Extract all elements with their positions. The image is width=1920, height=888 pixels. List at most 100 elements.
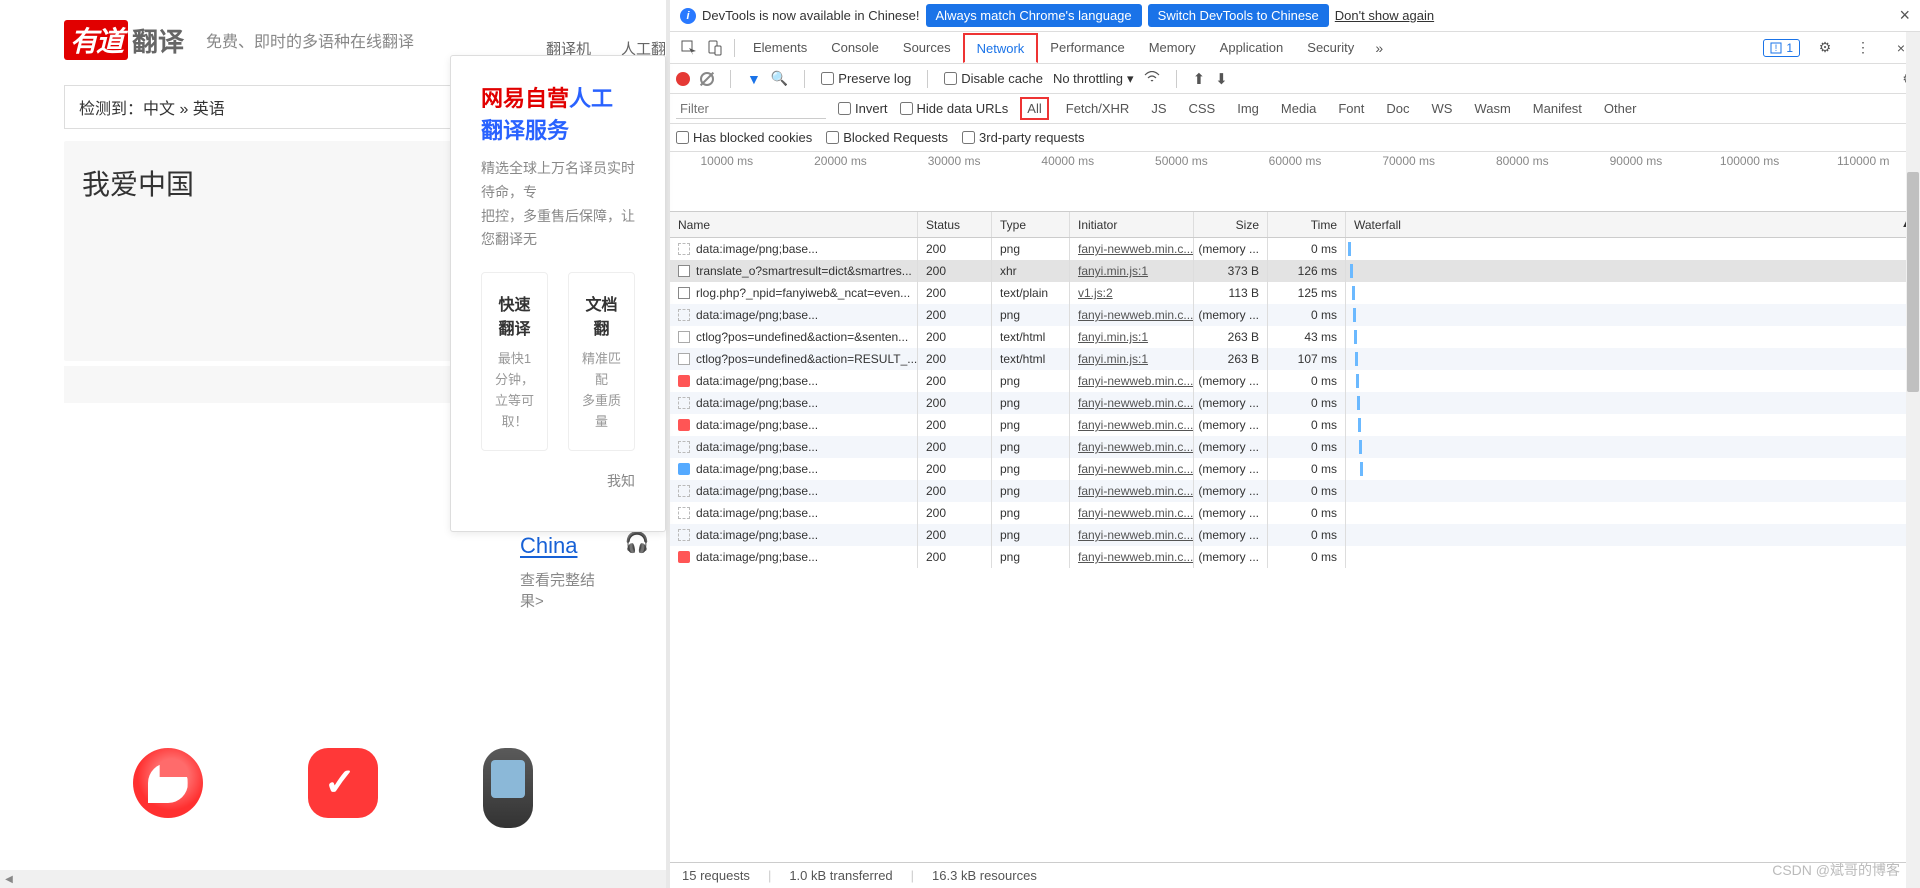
tab-memory[interactable]: Memory <box>1137 33 1208 63</box>
filter-toggle-icon[interactable]: ▼ <box>747 71 761 87</box>
scrollbar-thumb[interactable] <box>1907 172 1919 392</box>
filter-chip-doc[interactable]: Doc <box>1381 99 1414 118</box>
filter-chip-js[interactable]: JS <box>1146 99 1171 118</box>
col-name[interactable]: Name <box>670 212 918 237</box>
tab-sources[interactable]: Sources <box>891 33 963 63</box>
hide-data-urls-checkbox[interactable]: Hide data URLs <box>900 101 1009 116</box>
col-waterfall[interactable]: Waterfall▲ <box>1346 212 1920 237</box>
col-initiator[interactable]: Initiator <box>1070 212 1194 237</box>
initiator-link[interactable]: fanyi-newweb.min.c... <box>1078 462 1193 476</box>
filter-chip-media[interactable]: Media <box>1276 99 1321 118</box>
network-request-row[interactable]: data:image/png;base...200pngfanyi-newweb… <box>670 480 1920 502</box>
tab-console[interactable]: Console <box>819 33 891 63</box>
filter-chip-css[interactable]: CSS <box>1184 99 1221 118</box>
initiator-link[interactable]: fanyi.min.js:1 <box>1078 352 1148 366</box>
horizontal-scrollbar[interactable]: ◀ <box>0 870 666 888</box>
network-request-row[interactable]: rlog.php?_npid=fanyiweb&_ncat=even...200… <box>670 282 1920 304</box>
scroll-left-icon[interactable]: ◀ <box>0 874 18 885</box>
tab-elements[interactable]: Elements <box>741 33 819 63</box>
network-request-row[interactable]: data:image/png;base...200pngfanyi-newweb… <box>670 370 1920 392</box>
filter-chip-wasm[interactable]: Wasm <box>1469 99 1515 118</box>
inspect-element-icon[interactable] <box>679 38 699 58</box>
initiator-link[interactable]: fanyi-newweb.min.c... <box>1078 440 1193 454</box>
always-match-button[interactable]: Always match Chrome's language <box>926 4 1142 27</box>
initiator-link[interactable]: fanyi-newweb.min.c... <box>1078 528 1193 542</box>
device-toggle-icon[interactable] <box>705 38 725 58</box>
network-request-row[interactable]: data:image/png;base...200pngfanyi-newweb… <box>670 304 1920 326</box>
initiator-link[interactable]: v1.js:2 <box>1078 286 1113 300</box>
download-icon[interactable]: ⬇ <box>1215 70 1228 88</box>
initiator-link[interactable]: fanyi-newweb.min.c... <box>1078 242 1193 256</box>
vertical-scrollbar[interactable] <box>1906 32 1920 888</box>
filter-chip-manifest[interactable]: Manifest <box>1528 99 1587 118</box>
tab-network[interactable]: Network <box>963 33 1039 63</box>
banner-close-icon[interactable]: × <box>1899 5 1910 26</box>
initiator-link[interactable]: fanyi-newweb.min.c... <box>1078 484 1193 498</box>
popup-card-fast[interactable]: 快速翻译 最快1分钟， 立等可取！ <box>481 272 548 451</box>
preserve-log-checkbox[interactable]: Preserve log <box>821 71 911 86</box>
filter-input[interactable] <box>676 99 826 119</box>
col-status[interactable]: Status <box>918 212 992 237</box>
more-tabs-icon[interactable]: » <box>1369 38 1389 58</box>
third-party-checkbox[interactable]: 3rd-party requests <box>962 130 1085 145</box>
more-menu-icon[interactable]: ⋮ <box>1853 38 1873 58</box>
filter-chip-font[interactable]: Font <box>1333 99 1369 118</box>
timeline-overview[interactable]: 10000 ms20000 ms30000 ms40000 ms50000 ms… <box>670 152 1920 212</box>
clear-icon[interactable] <box>700 72 714 86</box>
network-request-row[interactable]: data:image/png;base...200pngfanyi-newweb… <box>670 238 1920 260</box>
logo[interactable]: 有道 翻译 <box>64 20 184 60</box>
col-size[interactable]: Size <box>1194 212 1268 237</box>
full-result-link[interactable]: 查看完整结果> <box>520 569 602 611</box>
switch-chinese-button[interactable]: Switch DevTools to Chinese <box>1148 4 1329 27</box>
popup-close-link[interactable]: 我知 <box>481 471 635 491</box>
throttling-select[interactable]: No throttling ▾ <box>1053 71 1134 87</box>
blocked-cookies-checkbox[interactable]: Has blocked cookies <box>676 130 812 145</box>
filter-chip-all[interactable]: All <box>1020 97 1048 120</box>
filter-chip-fetchxhr[interactable]: Fetch/XHR <box>1061 99 1135 118</box>
request-time: 126 ms <box>1268 260 1346 282</box>
col-type[interactable]: Type <box>992 212 1070 237</box>
network-request-row[interactable]: ctlog?pos=undefined&action=&senten...200… <box>670 326 1920 348</box>
tab-security[interactable]: Security <box>1295 33 1366 63</box>
col-time[interactable]: Time <box>1268 212 1346 237</box>
product-chat-icon[interactable] <box>133 748 203 818</box>
network-request-row[interactable]: data:image/png;base...200pngfanyi-newweb… <box>670 502 1920 524</box>
network-request-row[interactable]: ctlog?pos=undefined&action=RESULT_...200… <box>670 348 1920 370</box>
initiator-link[interactable]: fanyi.min.js:1 <box>1078 330 1148 344</box>
settings-icon[interactable]: ⚙ <box>1815 38 1835 58</box>
filter-chip-ws[interactable]: WS <box>1426 99 1457 118</box>
dont-show-again-link[interactable]: Don't show again <box>1335 8 1434 23</box>
initiator-link[interactable]: fanyi-newweb.min.c... <box>1078 506 1193 520</box>
popup-card-doc[interactable]: 文档翻 精准匹配 多重质量 <box>568 272 635 451</box>
initiator-link[interactable]: fanyi-newweb.min.c... <box>1078 550 1193 564</box>
wifi-icon[interactable] <box>1144 70 1160 87</box>
initiator-link[interactable]: fanyi-newweb.min.c... <box>1078 374 1193 388</box>
issues-badge[interactable]: ! 1 <box>1763 39 1800 57</box>
filter-chip-other[interactable]: Other <box>1599 99 1642 118</box>
initiator-link[interactable]: fanyi-newweb.min.c... <box>1078 418 1193 432</box>
network-request-row[interactable]: data:image/png;base...200pngfanyi-newweb… <box>670 436 1920 458</box>
initiator-link[interactable]: fanyi-newweb.min.c... <box>1078 396 1193 410</box>
headset-icon[interactable]: 🎧 <box>623 528 651 556</box>
initiator-link[interactable]: fanyi-newweb.min.c... <box>1078 308 1193 322</box>
network-request-row[interactable]: data:image/png;base...200pngfanyi-newweb… <box>670 414 1920 436</box>
network-request-row[interactable]: data:image/png;base...200pngfanyi-newweb… <box>670 392 1920 414</box>
invert-checkbox[interactable]: Invert <box>838 101 888 116</box>
blocked-requests-checkbox[interactable]: Blocked Requests <box>826 130 948 145</box>
request-time: 0 ms <box>1268 502 1346 524</box>
search-icon[interactable]: 🔍 <box>771 70 788 87</box>
network-request-row[interactable]: data:image/png;base...200pngfanyi-newweb… <box>670 524 1920 546</box>
network-request-row[interactable]: translate_o?smartresult=dict&smartres...… <box>670 260 1920 282</box>
language-select[interactable]: 检测到：中文 » 英语 ⌄ <box>64 85 486 129</box>
tab-performance[interactable]: Performance <box>1038 33 1136 63</box>
record-icon[interactable] <box>676 72 690 86</box>
network-request-row[interactable]: data:image/png;base...200pngfanyi-newweb… <box>670 546 1920 568</box>
filter-chip-img[interactable]: Img <box>1232 99 1264 118</box>
disable-cache-checkbox[interactable]: Disable cache <box>944 71 1043 86</box>
product-device-icon[interactable] <box>483 748 533 828</box>
initiator-link[interactable]: fanyi.min.js:1 <box>1078 264 1148 278</box>
network-request-row[interactable]: data:image/png;base...200pngfanyi-newweb… <box>670 458 1920 480</box>
product-check-icon[interactable] <box>308 748 378 818</box>
tab-application[interactable]: Application <box>1208 33 1296 63</box>
upload-icon[interactable]: ⬆ <box>1193 70 1206 88</box>
